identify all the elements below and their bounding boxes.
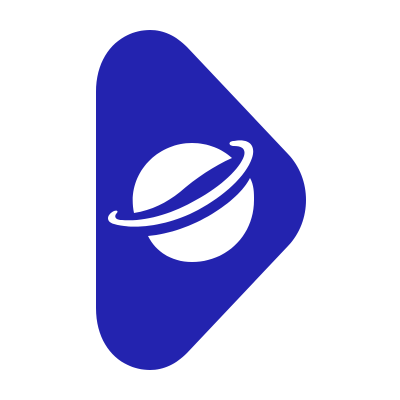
play-planet-icon bbox=[96, 30, 306, 370]
logo-canvas bbox=[0, 0, 400, 400]
